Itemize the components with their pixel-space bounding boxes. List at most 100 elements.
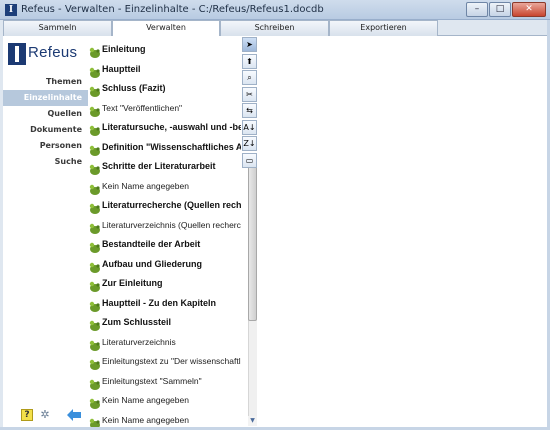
content-item-icon bbox=[89, 278, 101, 292]
list-item-label: Einleitung bbox=[102, 44, 146, 54]
app-icon: I bbox=[5, 3, 17, 16]
list-item-label: Schluss (Fazit) bbox=[102, 83, 166, 93]
content-item-icon bbox=[89, 83, 101, 97]
list-item[interactable]: Kein Name angegeben bbox=[88, 178, 241, 196]
list-item-label: Literaturverzeichnis bbox=[102, 336, 176, 347]
sidebar-item-einzelinhalte[interactable]: Einzelinhalte bbox=[3, 90, 88, 106]
sidebar-item-quellen[interactable]: Quellen bbox=[3, 106, 88, 122]
arrow-up-icon[interactable]: ⬆ bbox=[242, 53, 257, 69]
content-item-icon bbox=[89, 220, 101, 234]
content-item-icon bbox=[89, 415, 101, 427]
list-item[interactable]: Zum Schlussteil bbox=[88, 314, 241, 332]
list-item[interactable]: Einleitungstext zu "Der wissenschaftl bbox=[88, 353, 241, 371]
list-item-label: Kein Name angegeben bbox=[102, 395, 189, 405]
list-item[interactable]: Einleitungstext "Sammeln" bbox=[88, 373, 241, 391]
content-item-icon bbox=[89, 298, 101, 312]
sidebar-item-suche[interactable]: Suche bbox=[3, 154, 88, 170]
sort-az-icon[interactable]: A↓ bbox=[242, 119, 257, 135]
list-item-label: Literatursuche, -auswahl und -be bbox=[102, 122, 241, 132]
list-item-label: Kein Name angegeben bbox=[102, 414, 189, 425]
content-item-icon bbox=[89, 395, 101, 409]
list-item-label: Bestandteile der Arbeit bbox=[102, 239, 201, 249]
list-item-label: Definition "Wissenschaftliches Ar bbox=[102, 141, 241, 152]
list-item[interactable]: Kein Name angegeben bbox=[88, 392, 241, 410]
maximize-button[interactable]: □ bbox=[489, 2, 511, 17]
refresh-icon[interactable]: ⇆ bbox=[242, 103, 257, 118]
list-item-label: Zur Einleitung bbox=[102, 278, 163, 288]
back-arrow-icon[interactable] bbox=[67, 409, 81, 421]
search-icon[interactable]: ⌕ bbox=[242, 70, 257, 85]
content-item-icon bbox=[89, 239, 101, 253]
content-item-icon bbox=[89, 161, 101, 175]
list-item[interactable]: Hauptteil bbox=[88, 61, 241, 79]
content-item-icon bbox=[89, 317, 101, 331]
content-item-icon bbox=[89, 259, 101, 273]
list-item-label: Aufbau und Gliederung bbox=[102, 258, 202, 269]
list-item[interactable]: Zur Einleitung bbox=[88, 275, 241, 293]
list-item[interactable]: Kein Name angegeben bbox=[88, 412, 241, 427]
sidebar: Refeus Themen Einzelinhalte Quellen Doku… bbox=[3, 36, 88, 427]
list-item-label: Einleitungstext zu "Der wissenschaftl bbox=[102, 356, 241, 366]
refeus-logo: Refeus bbox=[8, 43, 84, 65]
close-button[interactable]: ✕ bbox=[512, 2, 546, 17]
sidebar-item-personen[interactable]: Personen bbox=[3, 138, 88, 154]
list-item[interactable]: Schritte der Literaturarbeit bbox=[88, 158, 241, 176]
tab-verwalten[interactable]: Verwalten bbox=[112, 20, 220, 36]
content-item-icon bbox=[89, 64, 101, 78]
list-item-label: Hauptteil - Zu den Kapiteln bbox=[102, 297, 216, 308]
list-item[interactable]: Literatursuche, -auswahl und -be bbox=[88, 119, 241, 137]
scissors-icon[interactable]: ✂ bbox=[242, 86, 257, 102]
list-item-label: Hauptteil bbox=[102, 63, 141, 74]
list-toolbar: ▼ ➤ ⬆ ⌕ ✂ ⇆ A↓ Z↓ ▭ bbox=[241, 36, 258, 427]
logo-text: Refeus bbox=[28, 44, 78, 61]
tab-exportieren[interactable]: Exportieren bbox=[329, 20, 438, 36]
list-item-label: Text "Veröffentlichen" bbox=[102, 102, 183, 113]
pointer-arrow-icon[interactable]: ➤ bbox=[242, 37, 257, 52]
list-item-label: Schritte der Literaturarbeit bbox=[102, 161, 216, 171]
content-item-icon bbox=[89, 122, 101, 136]
content-item-icon bbox=[89, 142, 101, 156]
list-item[interactable]: Literaturverzeichnis bbox=[88, 334, 241, 352]
list-item[interactable]: Literaturrecherche (Quellen recher bbox=[88, 197, 241, 215]
list-item-label: Zum Schlussteil bbox=[102, 317, 172, 327]
content-item-icon bbox=[89, 44, 101, 58]
list-item[interactable]: Text "Veröffentlichen" bbox=[88, 100, 241, 118]
list-item[interactable]: Schluss (Fazit) bbox=[88, 80, 241, 98]
scrollbar-thumb[interactable] bbox=[248, 166, 257, 321]
content-item-icon bbox=[89, 337, 101, 351]
gear-icon[interactable]: ✲ bbox=[39, 409, 51, 421]
list-item[interactable]: Hauptteil - Zu den Kapiteln bbox=[88, 295, 241, 313]
sidebar-item-dokumente[interactable]: Dokumente bbox=[3, 122, 88, 138]
content-item-icon bbox=[89, 376, 101, 390]
list-item[interactable]: Aufbau und Gliederung bbox=[88, 256, 241, 274]
window-controls: – □ ✕ bbox=[466, 2, 546, 17]
content-item-list: Einleitung Hauptteil Schluss (Fazit) Text "… bbox=[88, 36, 241, 427]
content-item-icon bbox=[89, 103, 101, 117]
tab-bar-filler bbox=[438, 20, 547, 36]
list-item-label: Literaturrecherche (Quellen recher bbox=[102, 200, 241, 210]
minimize-button[interactable]: – bbox=[466, 2, 488, 17]
content-item-icon bbox=[89, 356, 101, 370]
content-item-icon bbox=[89, 200, 101, 214]
sidebar-item-themen[interactable]: Themen bbox=[3, 74, 88, 90]
content-item-icon bbox=[89, 181, 101, 195]
title-bar: I Refeus - Verwalten - Einzelinhalte - C… bbox=[0, 0, 550, 20]
list-item[interactable]: Einleitung bbox=[88, 41, 241, 59]
note-icon[interactable]: ▭ bbox=[242, 152, 257, 168]
help-icon[interactable]: ? bbox=[21, 409, 33, 421]
sort-za-icon[interactable]: Z↓ bbox=[242, 136, 257, 151]
list-item-label: Kein Name angegeben bbox=[102, 180, 189, 191]
window-title: Refeus - Verwalten - Einzelinhalte - C:/… bbox=[21, 4, 324, 15]
list-item[interactable]: Literaturverzeichnis (Quellen recherch bbox=[88, 217, 241, 235]
list-item-label: Literaturverzeichnis (Quellen recherch bbox=[102, 219, 241, 230]
list-item[interactable]: Definition "Wissenschaftliches Ar bbox=[88, 139, 241, 157]
scroll-down-button[interactable]: ▼ bbox=[248, 416, 257, 426]
sidebar-nav: Themen Einzelinhalte Quellen Dokumente P… bbox=[3, 74, 88, 170]
tab-sammeln[interactable]: Sammeln bbox=[3, 20, 112, 36]
main-tabs: Sammeln Verwalten Schreiben Exportieren bbox=[3, 20, 547, 36]
list-item[interactable]: Bestandteile der Arbeit bbox=[88, 236, 241, 254]
logo-mark-icon bbox=[8, 43, 26, 65]
tab-schreiben[interactable]: Schreiben bbox=[220, 20, 329, 36]
list-item-label: Einleitungstext "Sammeln" bbox=[102, 375, 202, 386]
sidebar-footer: ? ✲ bbox=[21, 409, 81, 421]
